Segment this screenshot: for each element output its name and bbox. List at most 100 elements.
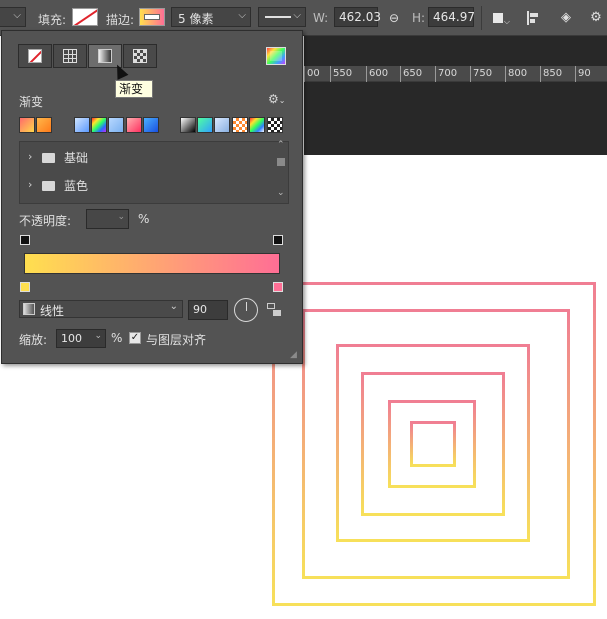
- ruler-tick: 550: [330, 66, 352, 82]
- align-bar: [527, 11, 529, 25]
- angle-dial-needle: [246, 302, 247, 311]
- gradient-preset-swatch[interactable]: [91, 117, 107, 133]
- ruler-tick: 700: [435, 66, 457, 82]
- link-icon[interactable]: ⊖: [384, 8, 404, 28]
- opacity-stop-right[interactable]: [273, 235, 283, 245]
- stroke-width-dropdown[interactable]: 5 像素 ⌵: [171, 7, 251, 27]
- app-window: ⌵ 填充: 描边: 5 像素 ⌵ ⌵ W: 462.03 ⊖ H: 464.97 …: [0, 0, 607, 619]
- gradient-ramp[interactable]: [24, 253, 280, 274]
- folder-icon: [42, 153, 55, 163]
- chevron-right-icon[interactable]: ›: [28, 150, 32, 163]
- opacity-stop-left[interactable]: [20, 235, 30, 245]
- gradient-preset-swatch[interactable]: [214, 117, 230, 133]
- fill-swatch[interactable]: [72, 8, 98, 26]
- gradient-preset-swatch[interactable]: [180, 117, 196, 133]
- stroke-line-icon: [265, 16, 291, 18]
- stroke-label: 描边:: [106, 13, 135, 27]
- pattern-button[interactable]: [123, 44, 157, 68]
- reverse-gradient-icon[interactable]: [267, 303, 282, 317]
- no-fill-button[interactable]: [18, 44, 52, 68]
- color-stop-right[interactable]: [273, 282, 283, 292]
- height-label: H:: [412, 11, 426, 25]
- scale-input[interactable]: 100 ⌄: [56, 329, 106, 348]
- gradient-preset-swatch[interactable]: [19, 117, 35, 133]
- chevron-down-icon: ⌵: [503, 17, 510, 26]
- chevron-down-icon: ⌄: [169, 301, 178, 312]
- ruler-tick: 850: [540, 66, 562, 82]
- scale-value: 100: [61, 332, 82, 345]
- chevron-right-icon[interactable]: ›: [28, 178, 32, 191]
- scrollbar[interactable]: ⌃ ⌄: [275, 140, 287, 202]
- chevron-down-icon: ⌵: [238, 10, 246, 21]
- align-block: [530, 13, 538, 17]
- angle-dial[interactable]: [234, 298, 258, 322]
- tool-preset-dropdown[interactable]: ⌵: [0, 7, 26, 27]
- gradient-preset-swatch[interactable]: [74, 117, 90, 133]
- opacity-unit: %: [138, 212, 150, 226]
- gradient-preset-swatch[interactable]: [126, 117, 142, 133]
- settings-gear-icon[interactable]: ⚙: [586, 8, 606, 28]
- resize-grip-icon[interactable]: ◢: [290, 350, 297, 360]
- scale-label: 缩放:: [19, 333, 48, 347]
- folder-icon: [42, 181, 55, 191]
- gradient-preset-swatch[interactable]: [36, 117, 52, 133]
- chevron-down-icon: ⌄: [94, 331, 102, 341]
- gradient-section-title: 渐变: [19, 95, 44, 109]
- scrollbar-thumb[interactable]: [277, 158, 285, 166]
- fill-type-panel: 渐变 渐变 ⚙⌄ › 基础 › 蓝色 ⌃ ⌄ 不透明度: ⌄ % 线性 ⌄ 90…: [1, 30, 303, 364]
- folder-row[interactable]: › 蓝色: [20, 172, 275, 200]
- chevron-down-icon: ⌄: [117, 212, 125, 222]
- path-operations-icon[interactable]: ⌵: [488, 8, 510, 28]
- gradient-style-value: 线性: [40, 304, 65, 318]
- chevron-down-icon: ⌵: [293, 10, 301, 21]
- angle-input[interactable]: 90: [188, 300, 228, 320]
- fill-label: 填充:: [38, 13, 67, 27]
- chevron-up-icon[interactable]: ⌃: [277, 140, 285, 150]
- reverse-icon-part: [273, 310, 281, 316]
- align-checkbox[interactable]: ✓: [129, 332, 141, 344]
- linear-gradient-icon: [23, 303, 35, 315]
- height-input[interactable]: 464.97: [428, 7, 475, 27]
- width-input[interactable]: 462.03: [334, 7, 381, 27]
- gradient-preset-swatch[interactable]: [232, 117, 248, 133]
- preset-folder-list: › 基础 › 蓝色 ⌃ ⌄: [19, 140, 289, 204]
- ruler-tick: 650: [400, 66, 422, 82]
- color-picker-button[interactable]: [266, 47, 286, 65]
- grid-icon: [63, 49, 77, 63]
- align-with-layer-label: 与图层对齐: [146, 333, 207, 347]
- gradient-preset-swatch[interactable]: [197, 117, 213, 133]
- color-stop-left[interactable]: [20, 282, 30, 292]
- width-label: W:: [313, 11, 329, 25]
- ruler-tick: 600: [366, 66, 388, 82]
- no-fill-slash: [29, 50, 41, 62]
- square-shape: [493, 13, 503, 23]
- gradient-preset-swatch[interactable]: [267, 117, 283, 133]
- chevron-down-icon[interactable]: ⌄: [277, 188, 285, 198]
- path-arrangement-icon[interactable]: ◈: [556, 8, 576, 28]
- path-alignment-icon[interactable]: [523, 8, 543, 28]
- gradient-preset-swatch[interactable]: [143, 117, 159, 133]
- stroke-width-value: 5 像素: [178, 12, 214, 26]
- solid-color-button[interactable]: [53, 44, 87, 68]
- horizontal-ruler: 00 550 600 650 700 750 800 850 90: [304, 66, 607, 82]
- divider: [481, 6, 482, 30]
- square-shape-6[interactable]: [410, 421, 456, 467]
- reverse-icon-part: [267, 303, 275, 309]
- gradient-style-dropdown[interactable]: 线性 ⌄: [19, 300, 183, 318]
- opacity-input[interactable]: ⌄: [86, 209, 129, 229]
- folder-name: 基础: [64, 151, 89, 165]
- gradient-preset-swatch[interactable]: [108, 117, 124, 133]
- no-fill-icon: [28, 49, 42, 63]
- folder-name: 蓝色: [64, 179, 89, 193]
- chevron-down-icon: ⌵: [13, 10, 21, 21]
- ruler-tick: 750: [470, 66, 492, 82]
- ruler-tick: 90: [575, 66, 591, 82]
- align-block: [530, 19, 535, 23]
- folder-row[interactable]: › 基础: [20, 144, 275, 172]
- opacity-label: 不透明度:: [19, 214, 72, 228]
- stroke-swatch[interactable]: [139, 8, 165, 26]
- stroke-type-dropdown[interactable]: ⌵: [258, 7, 306, 27]
- gear-icon[interactable]: ⚙⌄: [268, 92, 285, 106]
- scale-unit: %: [111, 331, 123, 345]
- gradient-preset-swatch[interactable]: [249, 117, 265, 133]
